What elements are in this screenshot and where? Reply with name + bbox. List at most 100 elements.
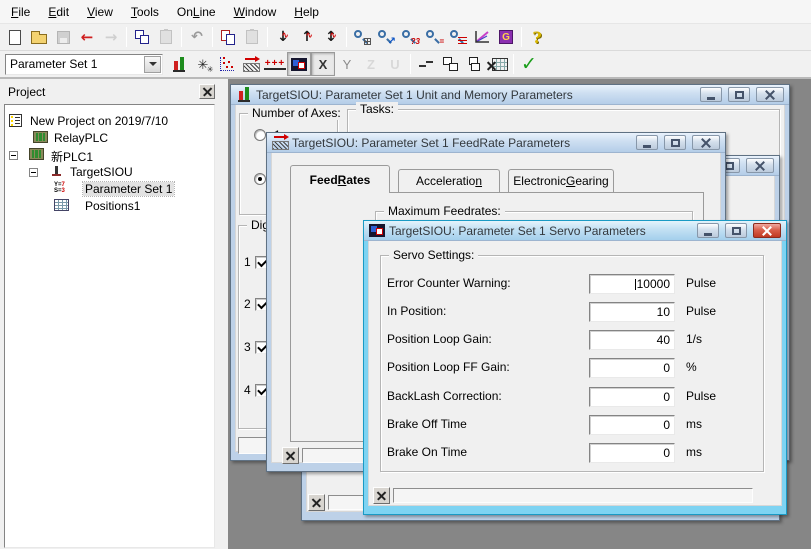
maximize-icon (735, 91, 744, 99)
statusbar-close-button[interactable] (373, 487, 390, 504)
minimize-button[interactable] (697, 223, 719, 238)
servo-settings-label: Servo Settings: (389, 248, 478, 262)
tab-electronic-gearing[interactable]: Electronic Gearing (508, 169, 614, 192)
servo-field-input[interactable]: 10 (589, 302, 675, 322)
back-button[interactable]: ← (75, 25, 99, 49)
copy-button[interactable] (130, 25, 154, 49)
combobox-dropdown-button[interactable] (144, 56, 161, 73)
unit-memory-titlebar[interactable]: TargetSIOU: Parameter Set 1 Unit and Mem… (231, 85, 789, 105)
monitor-grid-button[interactable] (350, 25, 374, 49)
help-button[interactable]: ? (525, 25, 549, 49)
graph-button[interactable] (470, 25, 494, 49)
servo-window: TargetSIOU: Parameter Set 1 Servo Parame… (363, 220, 787, 515)
axis-marks-button[interactable]: +++ (263, 52, 287, 76)
maximize-button[interactable] (728, 87, 750, 102)
close-icon (765, 90, 775, 99)
restore-button[interactable] (725, 223, 747, 238)
tree-expander-minus[interactable] (9, 151, 18, 160)
restore-button[interactable] (664, 135, 686, 150)
open-file-button[interactable] (27, 25, 51, 49)
dash-button[interactable] (414, 52, 438, 76)
feedrate-titlebar[interactable]: TargetSIOU: Parameter Set 1 FeedRate Par… (267, 133, 725, 153)
upload-button[interactable]: ↑∿ (295, 25, 319, 49)
stack-windows-button[interactable] (438, 52, 462, 76)
axis-y-button[interactable]: Y (335, 52, 359, 76)
monitor-query-button[interactable]: ?3 (398, 25, 422, 49)
menu-window[interactable]: Window (225, 1, 286, 23)
minimize-button[interactable] (636, 135, 658, 150)
new-file-button[interactable] (3, 25, 27, 49)
gcode-button[interactable]: G (494, 25, 518, 49)
monitor-run-button[interactable]: ↗ (374, 25, 398, 49)
close-button[interactable] (692, 135, 720, 150)
servo-field-input[interactable]: 0 (589, 387, 675, 407)
axes-radio-1[interactable] (254, 129, 266, 141)
servo-field-input[interactable]: 10000 (589, 274, 675, 294)
table-x-icon (488, 58, 508, 71)
copy-project-button[interactable] (216, 25, 240, 49)
servo-field-input[interactable]: 0 (589, 415, 675, 435)
close-button[interactable] (746, 158, 774, 173)
servo-field-unit: Pulse (686, 304, 716, 318)
table-export-button[interactable] (486, 52, 510, 76)
undo-button[interactable]: ↶ (185, 25, 209, 49)
hatch-arrow-icon (243, 57, 260, 72)
servo-body: Servo Settings: Error Counter Warning:10… (368, 241, 782, 506)
tab-feed-rates[interactable]: Feed Rates (290, 165, 390, 193)
servo-params-button[interactable] (287, 52, 311, 76)
close-button[interactable] (753, 223, 781, 238)
servo-field-input[interactable]: 0 (589, 358, 675, 378)
tasks-label: Tasks: (356, 102, 398, 116)
servo-titlebar[interactable]: TargetSIOU: Parameter Set 1 Servo Parame… (364, 221, 786, 241)
forward-button[interactable]: → (99, 25, 123, 49)
bar-chart-icon (236, 87, 252, 103)
axis-u-button[interactable]: U (383, 52, 407, 76)
point-params-button[interactable] (215, 52, 239, 76)
menu-file[interactable]: File (2, 1, 39, 23)
restore-icon (732, 227, 741, 235)
menu-help[interactable]: Help (285, 1, 328, 23)
tree-expander-minus[interactable] (29, 168, 38, 177)
paste-button[interactable] (154, 25, 178, 49)
menu-view[interactable]: View (78, 1, 122, 23)
digital-row-label: 2 (244, 297, 251, 311)
save-button[interactable] (51, 25, 75, 49)
statusbar-close-button[interactable] (282, 447, 299, 464)
servo-field-label: Position Loop Gain: (387, 332, 492, 346)
axis-x-button-label: X (319, 57, 328, 72)
axis-x-button[interactable]: X (311, 52, 335, 76)
tab-acceleration[interactable]: Acceleration (398, 169, 500, 192)
servo-field-unit: % (686, 360, 697, 374)
download-button[interactable]: ↓∿ (271, 25, 295, 49)
paste-project-button[interactable] (240, 25, 264, 49)
cascade-windows-button[interactable] (462, 52, 486, 76)
copy-doc-icon (221, 30, 235, 45)
menu-tools[interactable]: Tools (122, 1, 168, 23)
monitor-screen-icon (291, 58, 307, 71)
statusbar-close-button[interactable] (308, 494, 325, 511)
close-button[interactable] (756, 87, 784, 102)
project-panel: Project New Project on 2019/7/10RelayPLC… (0, 79, 219, 549)
restore-icon (671, 139, 680, 147)
apply-button[interactable]: ✓ (517, 52, 541, 76)
axes-radio-2[interactable] (254, 173, 266, 185)
servo-field-input[interactable]: 40 (589, 330, 675, 350)
transfer-button[interactable]: ↕∿ (319, 25, 343, 49)
minimize-icon (704, 233, 712, 236)
hatch-arrow-icon (272, 135, 288, 151)
monitor-lines-button[interactable] (446, 25, 470, 49)
menu-edit[interactable]: Edit (39, 1, 78, 23)
menu-online[interactable]: OnLine (168, 1, 225, 23)
jog-params-button[interactable]: ✳✳ (191, 52, 215, 76)
unit-memory-params-button[interactable] (167, 52, 191, 76)
axis-z-button[interactable]: Z (359, 52, 383, 76)
monitor-lines-icon (449, 29, 467, 45)
minimize-button[interactable] (700, 87, 722, 102)
servo-field-input[interactable]: 0 (589, 443, 675, 463)
monitor-set-button[interactable]: = (422, 25, 446, 49)
project-panel-close-button[interactable] (199, 84, 215, 99)
digital-row-label: 3 (244, 340, 251, 354)
parameter-set-combobox[interactable]: Parameter Set 1 (5, 54, 163, 75)
feedrate-params-button[interactable] (239, 52, 263, 76)
ticks-icon: +++ (264, 59, 287, 70)
